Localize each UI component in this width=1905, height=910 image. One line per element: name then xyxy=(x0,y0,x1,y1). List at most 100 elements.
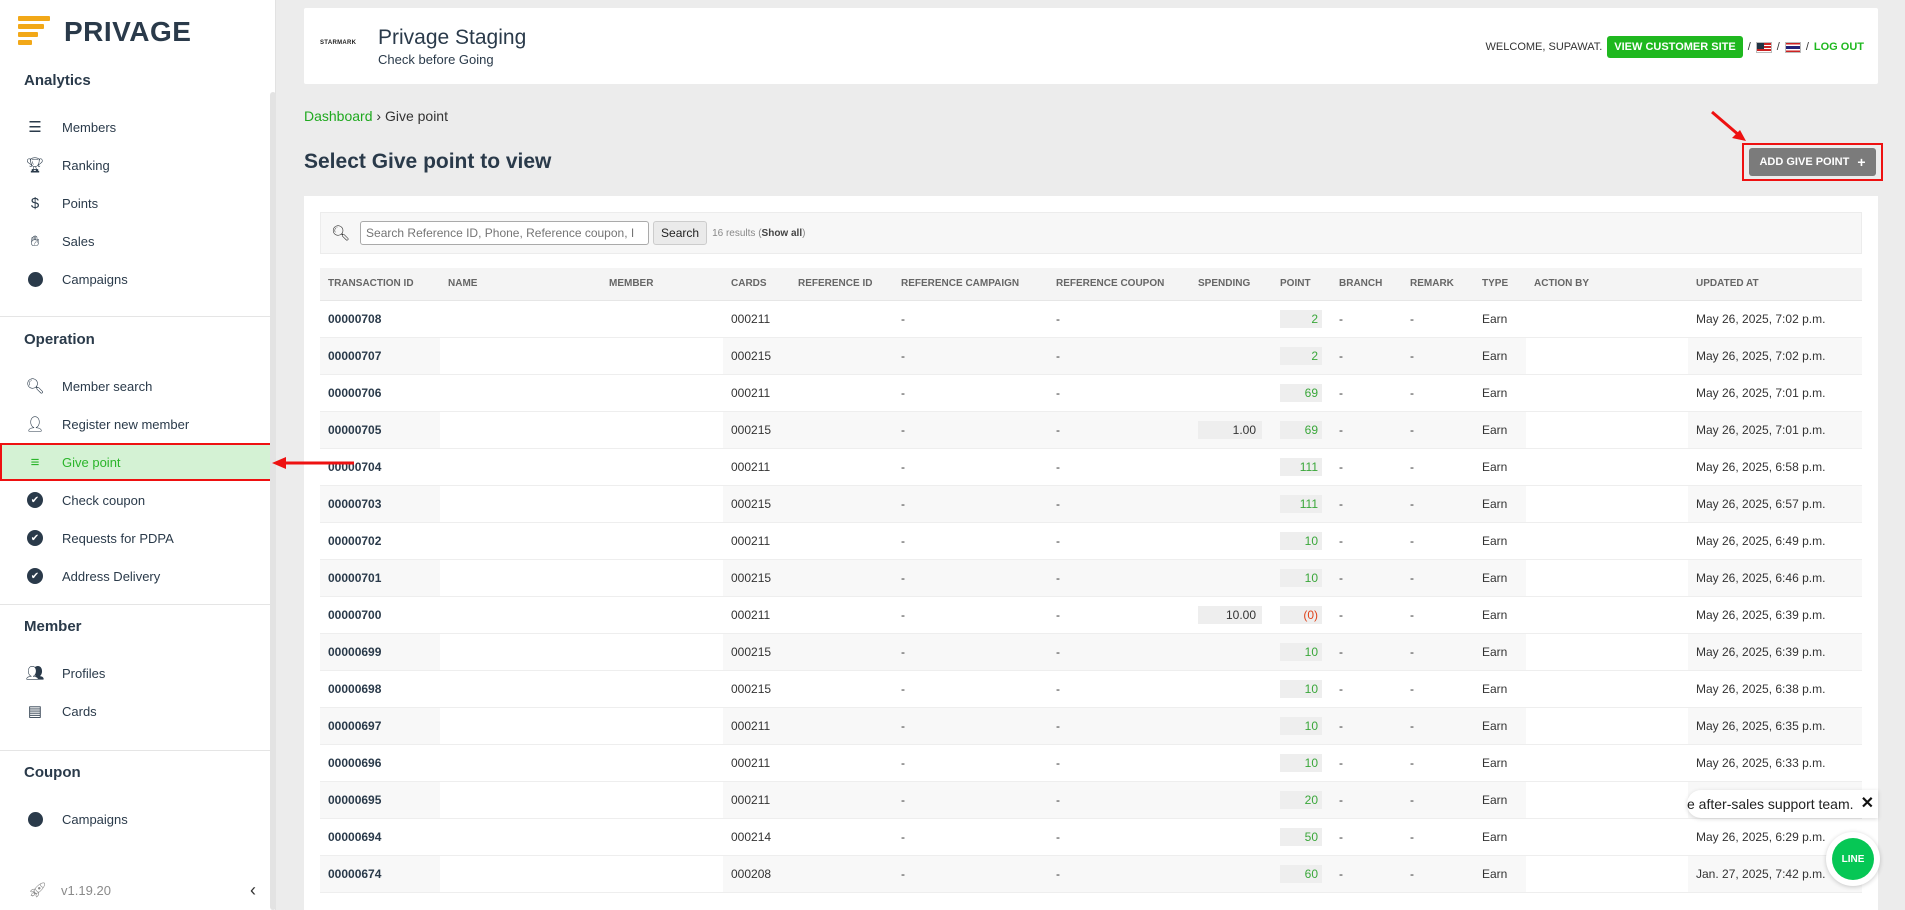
point-cell: 2 xyxy=(1272,300,1331,338)
search-button[interactable]: Search xyxy=(653,221,708,245)
column-header[interactable]: Spending xyxy=(1190,268,1272,301)
transaction-id-link[interactable]: 00000706 xyxy=(320,374,440,412)
table-row[interactable]: 00000697 000211- -10- - Earn May 26, 2025, 6:… xyxy=(320,707,1862,745)
type-cell: Earn xyxy=(1474,559,1526,597)
transaction-id-link[interactable]: 00000701 xyxy=(320,559,440,597)
type-cell: Earn xyxy=(1474,337,1526,375)
transaction-id-link[interactable]: 00000695 xyxy=(320,781,440,819)
reference-id-cell xyxy=(790,596,893,634)
search-input[interactable] xyxy=(360,221,650,245)
sidebar-item-profiles[interactable]: 👥︎ Profiles xyxy=(0,654,276,692)
sidebar-item-members[interactable]: ☰ Members xyxy=(0,108,276,146)
column-header[interactable]: Reference Campaign xyxy=(893,268,1048,301)
branch-cell: - xyxy=(1331,485,1402,523)
transaction-id-link[interactable]: 00000707 xyxy=(320,337,440,375)
support-toast[interactable]: e after-sales support team. ✕ xyxy=(1687,790,1878,818)
sidebar-scrollbar[interactable] xyxy=(270,92,276,910)
column-header[interactable]: Point xyxy=(1272,268,1331,301)
reference-campaign-cell: - xyxy=(893,485,1048,523)
remark-cell: - xyxy=(1402,337,1474,375)
column-header[interactable]: Updated at xyxy=(1688,268,1862,301)
user-plus-icon: 👤︎ xyxy=(25,416,45,433)
column-header[interactable]: Branch xyxy=(1331,268,1402,301)
column-header[interactable]: Action by xyxy=(1526,268,1688,301)
column-header[interactable]: Remark xyxy=(1402,268,1474,301)
sidebar-item-campaigns[interactable]: Campaigns xyxy=(0,800,276,838)
user-nav: WELCOME, SUPAWAT. VIEW CUSTOMER SITE / /… xyxy=(1486,36,1864,58)
transaction-id-link[interactable]: 00000699 xyxy=(320,633,440,671)
close-icon[interactable]: ✕ xyxy=(1861,793,1874,813)
action-by-cell xyxy=(1526,670,1688,708)
reference-id-cell xyxy=(790,411,893,449)
sidebar-item-sales[interactable]: ✋︎ Sales xyxy=(0,222,276,260)
table-row[interactable]: 00000703 000215- -111- - Earn May 26, 2025, 6… xyxy=(320,485,1862,523)
spending-cell xyxy=(1190,781,1272,819)
line-chat-button[interactable]: LINE xyxy=(1826,832,1880,886)
sidebar-item-ranking[interactable]: 🏆︎ Ranking xyxy=(0,146,276,184)
sidebar-item-member-search[interactable]: 🔍︎ Member search xyxy=(0,367,276,405)
column-header[interactable]: Type xyxy=(1474,268,1526,301)
transaction-id-link[interactable]: 00000705 xyxy=(320,411,440,449)
reference-coupon-cell: - xyxy=(1048,707,1190,745)
sidebar-item-cards[interactable]: ▤ Cards xyxy=(0,692,276,730)
sidebar-item-points[interactable]: $ Points xyxy=(0,184,276,222)
table-row[interactable]: 00000708 000211- -2- - Earn May 26, 2025, 7:0… xyxy=(320,300,1862,338)
table-row[interactable]: 00000695 000211- -20- - Earn xyxy=(320,781,1862,819)
show-all-link[interactable]: Show all xyxy=(762,228,803,239)
sidebar-item-label: Address Delivery xyxy=(62,568,161,584)
hand-money-icon: ✋︎ xyxy=(30,232,40,250)
transaction-id-link[interactable]: 00000696 xyxy=(320,744,440,782)
table-row[interactable]: 00000699 000215- -10- - Earn May 26, 2025, 6:… xyxy=(320,633,1862,671)
logout-link[interactable]: LOG OUT xyxy=(1814,41,1864,53)
search-icon: 🔍︎ xyxy=(25,378,45,395)
sidebar-item-register-new-member[interactable]: 👤︎ Register new member xyxy=(0,405,276,443)
column-header[interactable]: Transaction ID xyxy=(320,268,440,301)
transaction-id-link[interactable]: 00000697 xyxy=(320,707,440,745)
collapse-sidebar-icon[interactable]: ‹ xyxy=(250,880,256,901)
us-flag-icon[interactable] xyxy=(1755,41,1772,53)
table-row[interactable]: 00000704 000211- -111- - Earn May 26, 2025, 6… xyxy=(320,448,1862,486)
results-count: 16 results (Show all) xyxy=(712,228,805,239)
transaction-id-link[interactable]: 00000702 xyxy=(320,522,440,560)
table-row[interactable]: 00000694 000214- -50- - Earn May 26, 2025, 6:… xyxy=(320,818,1862,856)
table-row[interactable]: 00000706 000211- -69- - Earn May 26, 2025, 7:… xyxy=(320,374,1862,412)
sidebar-item-address-delivery[interactable]: ✔ Address Delivery xyxy=(0,557,276,595)
reference-campaign-cell: - xyxy=(893,670,1048,708)
thai-flag-icon[interactable] xyxy=(1784,41,1801,53)
sidebar-item-label: Profiles xyxy=(62,665,106,681)
transaction-id-link[interactable]: 00000708 xyxy=(320,300,440,338)
table-row[interactable]: 00000700 000211- -10.00 (0) - - Earn May 26, 20… xyxy=(320,596,1862,634)
column-header[interactable]: Member xyxy=(601,268,723,301)
name-cell xyxy=(440,855,601,893)
column-header[interactable]: Cards xyxy=(723,268,790,301)
table-row[interactable]: 00000707 000215- -2- - Earn May 26, 2025, 7:0… xyxy=(320,337,1862,375)
add-give-point-button[interactable]: ADD GIVE POINT + xyxy=(1749,148,1876,176)
separator: / xyxy=(1805,41,1809,53)
column-header[interactable]: Reference ID xyxy=(790,268,893,301)
app-logo[interactable]: PRIVAGE xyxy=(18,14,191,50)
sidebar-item-campaigns[interactable]: Campaigns xyxy=(0,260,276,298)
table-row[interactable]: 00000674 000208- -60- - Earn Jan. 27, 2025, 7… xyxy=(320,855,1862,893)
table-row[interactable]: 00000701 000215- -10- - Earn May 26, 2025, 6:… xyxy=(320,559,1862,597)
transaction-id-link[interactable]: 00000674 xyxy=(320,855,440,893)
spending-value: 10.00 xyxy=(1198,605,1262,624)
transaction-id-link[interactable]: 00000694 xyxy=(320,818,440,856)
name-cell xyxy=(440,744,601,782)
column-header[interactable]: Name xyxy=(440,268,601,301)
spending-cell xyxy=(1190,744,1272,782)
view-customer-site-button[interactable]: VIEW CUSTOMER SITE xyxy=(1607,36,1743,58)
transaction-id-link[interactable]: 00000703 xyxy=(320,485,440,523)
point-cell: (0) xyxy=(1272,596,1331,634)
column-header[interactable]: Reference Coupon xyxy=(1048,268,1190,301)
table-row[interactable]: 00000705 000215- -1.00 69- - Earn May 26, 2025… xyxy=(320,411,1862,449)
table-row[interactable]: 00000698 000215- -10- - Earn May 26, 2025, 6:… xyxy=(320,670,1862,708)
transaction-id-link[interactable]: 00000700 xyxy=(320,596,440,634)
sidebar-item-requests-for-pdpa[interactable]: ✔ Requests for PDPA xyxy=(0,519,276,557)
transaction-id-link[interactable]: 00000698 xyxy=(320,670,440,708)
table-row[interactable]: 00000696 000211- -10- - Earn May 26, 2025, 6:… xyxy=(320,744,1862,782)
breadcrumb-dashboard-link[interactable]: Dashboard xyxy=(304,108,373,124)
branch-cell: - xyxy=(1331,559,1402,597)
sidebar-item-give-point[interactable]: ≡ Give point xyxy=(0,443,276,481)
table-row[interactable]: 00000702 000211- -10- - Earn May 26, 2025, 6:… xyxy=(320,522,1862,560)
sidebar-item-check-coupon[interactable]: ✔ Check coupon xyxy=(0,481,276,519)
